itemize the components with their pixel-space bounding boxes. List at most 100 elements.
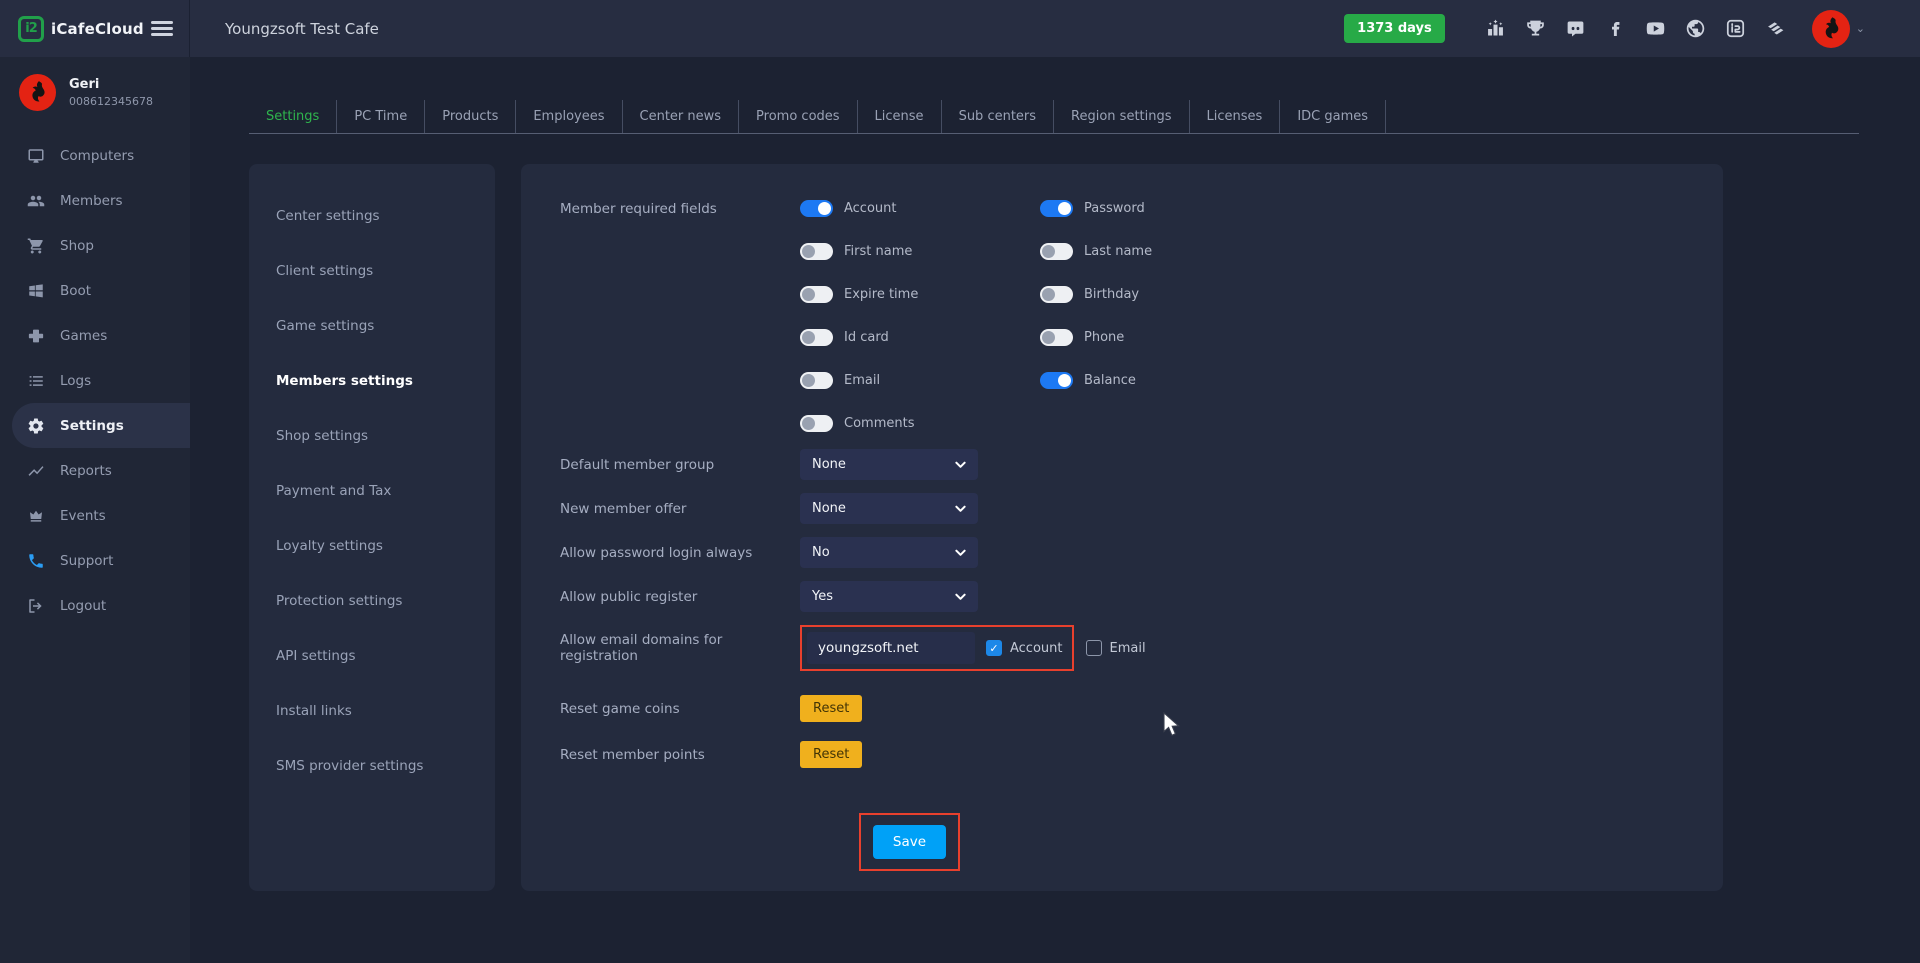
tab-region-settings[interactable]: Region settings: [1054, 100, 1189, 133]
annotation-red-box-save: Save: [859, 813, 960, 871]
logout-icon: [27, 597, 45, 615]
toggle-first-name[interactable]: [800, 243, 833, 260]
tab-sub-centers[interactable]: Sub centers: [942, 100, 1054, 133]
settings-nav-protection-settings[interactable]: Protection settings: [276, 573, 495, 628]
toggle-phone[interactable]: [1040, 329, 1073, 346]
tab-center-news[interactable]: Center news: [623, 100, 740, 133]
sidebar-user[interactable]: Geri 008612345678: [0, 57, 190, 125]
tab-licenses[interactable]: Licenses: [1190, 100, 1281, 133]
sidebar-avatar: [19, 74, 56, 111]
tab-idc-games[interactable]: IDC games: [1280, 100, 1386, 133]
select-rows: Default member group None New member off…: [560, 449, 1723, 612]
settings-nav-install-links[interactable]: Install links: [276, 683, 495, 738]
settings-nav-payment-and-tax[interactable]: Payment and Tax: [276, 463, 495, 518]
sidebar-item-computers[interactable]: Computers: [0, 133, 190, 178]
app-logo[interactable]: i2 iCafeCloud: [18, 16, 144, 42]
monitor-icon: [27, 147, 45, 165]
tab-products[interactable]: Products: [425, 100, 516, 133]
toggle-expire-time[interactable]: [800, 286, 833, 303]
gear-icon: [27, 417, 45, 435]
account-checkbox-label: Account: [1010, 641, 1063, 656]
select-default-member-group[interactable]: None: [800, 449, 978, 480]
toggle-id-card[interactable]: [800, 329, 833, 346]
ranking-icon[interactable]: [1485, 18, 1506, 39]
dragon-avatar-icon: [1816, 14, 1846, 44]
tab-license[interactable]: License: [858, 100, 942, 133]
toggle-account[interactable]: [800, 200, 833, 217]
save-button[interactable]: Save: [873, 825, 946, 859]
youtube-icon[interactable]: [1645, 18, 1666, 39]
sidebar-item-games[interactable]: Games: [0, 313, 190, 358]
toggle-email[interactable]: [800, 372, 833, 389]
user-avatar[interactable]: [1812, 10, 1850, 48]
select-allow-public-register[interactable]: Yes: [800, 581, 978, 612]
icafecloud-icon[interactable]: [1725, 18, 1746, 39]
sidebar-item-support[interactable]: Support: [0, 538, 190, 583]
settings-nav-center-settings[interactable]: Center settings: [276, 188, 495, 243]
toggle-balance[interactable]: [1040, 372, 1073, 389]
settings-nav-api-settings[interactable]: API settings: [276, 628, 495, 683]
trophy-icon[interactable]: [1525, 18, 1546, 39]
settings-nav-shop-settings[interactable]: Shop settings: [276, 408, 495, 463]
app-logo-text: iCafeCloud: [51, 20, 144, 38]
windows-icon: [27, 282, 45, 300]
license-days-badge[interactable]: 1373 days: [1344, 14, 1445, 43]
page-title: Youngzsoft Test Cafe: [225, 20, 379, 38]
email-checkbox-wrap: Email: [1086, 640, 1146, 656]
toggle-last-name[interactable]: [1040, 243, 1073, 260]
sidebar-item-members[interactable]: Members: [0, 178, 190, 223]
phone-icon: [27, 552, 45, 570]
sidebar-item-settings[interactable]: Settings: [12, 403, 190, 448]
sidebar: Geri 008612345678 Computers Members Shop…: [0, 57, 190, 963]
member-required-fields-label: Member required fields: [560, 200, 800, 217]
chevron-down-icon[interactable]: ⌄: [1856, 22, 1865, 35]
dragon-avatar-icon: [23, 78, 52, 107]
settings-nav-game-settings[interactable]: Game settings: [276, 298, 495, 353]
annotation-red-box-email: Account: [800, 625, 1074, 671]
sidebar-item-boot[interactable]: Boot: [0, 268, 190, 313]
settings-nav-card: Center settings Client settings Game set…: [249, 164, 495, 891]
toggle-birthday[interactable]: [1040, 286, 1073, 303]
select-new-member-offer[interactable]: None: [800, 493, 978, 524]
sidebar-item-reports[interactable]: Reports: [0, 448, 190, 493]
settings-nav-client-settings[interactable]: Client settings: [276, 243, 495, 298]
people-icon: [27, 192, 45, 210]
email-checkbox-label: Email: [1110, 641, 1146, 656]
email-domains-input[interactable]: [807, 632, 975, 664]
youngzsoft-icon[interactable]: [1765, 18, 1786, 39]
sidebar-nav: Computers Members Shop Boot Games: [0, 133, 190, 628]
tab-pc-time[interactable]: PC Time: [337, 100, 425, 133]
chevron-down-icon: [955, 505, 966, 513]
reset-button-reset-game-coins[interactable]: Reset: [800, 695, 862, 722]
sidebar-item-logs[interactable]: Logs: [0, 358, 190, 403]
email-checkbox[interactable]: [1086, 640, 1102, 656]
email-domains-label: Allow email domains for registration: [560, 632, 800, 664]
select-allow-password-login-always[interactable]: No: [800, 537, 978, 568]
discord-icon[interactable]: [1565, 18, 1586, 39]
settings-nav-members-settings[interactable]: Members settings: [276, 353, 495, 408]
reset-button-reset-member-points[interactable]: Reset: [800, 741, 862, 768]
account-checkbox-wrap: Account: [986, 640, 1063, 656]
gamepad-icon: [27, 327, 45, 345]
settings-nav-sms-provider-settings[interactable]: SMS provider settings: [276, 738, 495, 793]
sidebar-item-shop[interactable]: Shop: [0, 223, 190, 268]
facebook-icon[interactable]: [1605, 18, 1626, 39]
settings-nav-loyalty-settings[interactable]: Loyalty settings: [276, 518, 495, 573]
topbar: i2 iCafeCloud Youngzsoft Test Cafe 1373 …: [0, 0, 1920, 57]
menu-hamburger-icon[interactable]: [151, 18, 173, 39]
sidebar-item-logout[interactable]: Logout: [0, 583, 190, 628]
tab-settings[interactable]: Settings: [249, 100, 337, 133]
globe-icon[interactable]: [1685, 18, 1706, 39]
tab-promo-codes[interactable]: Promo codes: [739, 100, 858, 133]
toggle-comments[interactable]: [800, 415, 833, 432]
email-domains-row: Allow email domains for registration Acc…: [560, 625, 1723, 671]
tab-employees[interactable]: Employees: [516, 100, 622, 133]
account-checkbox[interactable]: [986, 640, 1002, 656]
member-required-toggles: Account Password First name: [800, 200, 1360, 432]
members-settings-form-card: Member required fields Account Password: [521, 164, 1723, 891]
chevron-down-icon: [955, 549, 966, 557]
sidebar-item-events[interactable]: Events: [0, 493, 190, 538]
toggle-password[interactable]: [1040, 200, 1073, 217]
tab-bar: Settings PC Time Products Employees Cent…: [249, 100, 1859, 134]
reset-rows: Reset game coins Reset Reset member poin…: [560, 695, 1723, 768]
